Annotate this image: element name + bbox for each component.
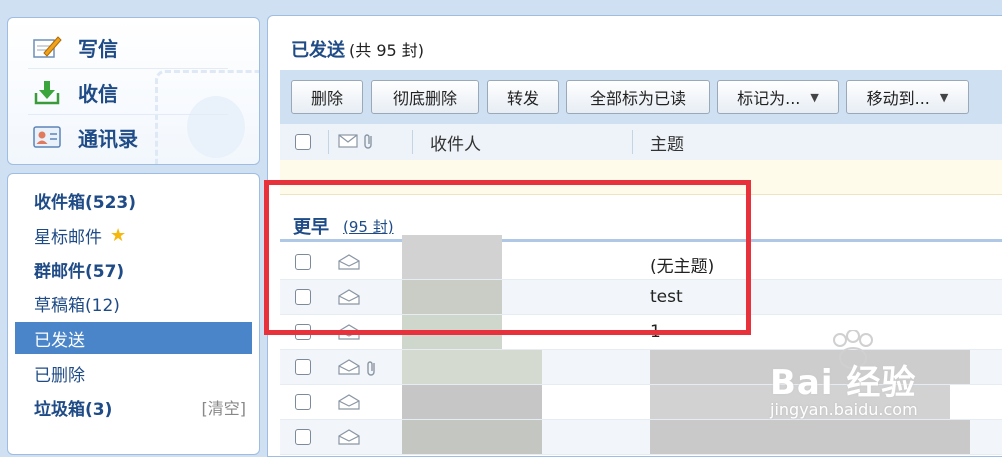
delete-button[interactable]: 删除: [291, 80, 363, 114]
envelope-open-icon: [338, 359, 360, 379]
row-checkbox[interactable]: [295, 324, 311, 340]
envelope-open-icon: [338, 324, 360, 344]
folder-group-mail-label: 群邮件(57): [34, 261, 125, 282]
receive-label: 收信: [78, 81, 118, 106]
subject-column-header[interactable]: 主题: [650, 124, 684, 160]
chevron-down-icon: ▼: [939, 90, 949, 104]
receive-button[interactable]: 收信: [32, 74, 118, 110]
mail-subject: test: [650, 287, 683, 307]
mail-count: (共 95 封): [349, 41, 425, 60]
redacted-recipient: [402, 315, 502, 349]
redacted-recipient: [402, 235, 502, 279]
redacted-recipient: [402, 385, 542, 419]
page-title: 已发送 (共 95 封): [291, 36, 424, 62]
divider: [28, 114, 228, 115]
decorative-penguin: [187, 96, 245, 158]
row-checkbox[interactable]: [295, 359, 311, 375]
folder-spam[interactable]: 垃圾箱(3) [清空]: [15, 391, 252, 423]
contacts-label: 通讯录: [78, 126, 138, 151]
envelope-open-icon: [338, 429, 360, 449]
mail-subject: (无主题): [650, 257, 715, 277]
forward-button[interactable]: 转发: [487, 80, 559, 114]
folder-starred-label: 星标邮件: [34, 227, 102, 248]
recipient-column-header[interactable]: 收件人: [430, 124, 481, 160]
folder-starred[interactable]: 星标邮件 ★: [15, 219, 252, 251]
list-header: 收件人 主题: [280, 124, 1002, 161]
redacted-recipient: [402, 350, 542, 384]
compose-button[interactable]: 写信: [32, 29, 118, 65]
mark-all-read-button[interactable]: 全部标为已读: [566, 80, 710, 114]
watermark-url: jingyan.baidu.com: [770, 400, 918, 419]
folder-inbox-label: 收件箱(523): [34, 192, 137, 213]
mail-row[interactable]: [280, 420, 1002, 455]
clear-spam-link[interactable]: [清空]: [202, 395, 247, 419]
envelope-icon: [338, 133, 358, 153]
row-checkbox[interactable]: [295, 394, 311, 410]
envelope-open-icon: [338, 289, 360, 309]
attachment-icon: [366, 359, 378, 381]
attachment-icon: [363, 132, 375, 154]
folder-drafts[interactable]: 草稿箱(12): [15, 287, 252, 319]
toolbar: 删除 彻底删除 转发 全部标为已读 标记为... ▼ 移动到... ▼: [280, 70, 1002, 124]
compose-label: 写信: [78, 36, 118, 61]
folder-deleted-label: 已删除: [34, 365, 85, 386]
redacted-recipient: [402, 280, 502, 314]
select-all-checkbox[interactable]: [295, 134, 311, 150]
divider: [632, 130, 633, 154]
watermark-brand: Bai 经验: [770, 363, 917, 403]
quick-actions-panel: 写信 收信 通讯录: [7, 17, 260, 165]
mail-row[interactable]: (无主题): [280, 235, 1002, 280]
folder-deleted[interactable]: 已删除: [15, 357, 252, 389]
mark-as-dropdown[interactable]: 标记为... ▼: [717, 80, 839, 114]
redacted-recipient: [402, 420, 542, 454]
chevron-down-icon: ▼: [810, 90, 819, 104]
folder-spam-label: 垃圾箱(3): [34, 399, 113, 420]
folder-group-mail[interactable]: 群邮件(57): [15, 253, 252, 285]
inbox-download-icon: [32, 77, 62, 107]
folder-sent[interactable]: 已发送: [15, 322, 252, 354]
divider: [412, 130, 413, 154]
row-checkbox[interactable]: [295, 254, 311, 270]
star-icon: ★: [110, 224, 127, 246]
page-title-text: 已发送: [291, 40, 345, 61]
group-title: 更早: [293, 217, 329, 238]
envelope-open-icon: [338, 394, 360, 414]
folder-inbox[interactable]: 收件箱(523): [15, 184, 252, 216]
group-count-link[interactable]: (95 封): [343, 216, 394, 237]
envelope-open-icon: [338, 254, 360, 274]
contacts-card-icon: [32, 122, 62, 152]
folder-list: 收件箱(523) 星标邮件 ★ 群邮件(57) 草稿箱(12) 已发送 已删除 …: [7, 173, 260, 455]
row-checkbox[interactable]: [295, 289, 311, 305]
group-divider: [280, 239, 1002, 242]
notice-bar: [280, 160, 1002, 195]
compose-icon: [32, 32, 62, 62]
folder-sent-label: 已发送: [34, 330, 85, 351]
folder-drafts-label: 草稿箱(12): [34, 295, 120, 316]
move-to-dropdown[interactable]: 移动到... ▼: [846, 80, 969, 114]
redacted-subject: [650, 420, 970, 454]
divider: [28, 68, 228, 69]
mail-row[interactable]: test: [280, 280, 1002, 315]
delete-permanently-button[interactable]: 彻底删除: [371, 80, 479, 114]
mail-subject: 1: [650, 322, 661, 342]
divider: [328, 130, 329, 154]
mail-row[interactable]: 1: [280, 315, 1002, 350]
contacts-button[interactable]: 通讯录: [32, 119, 138, 155]
